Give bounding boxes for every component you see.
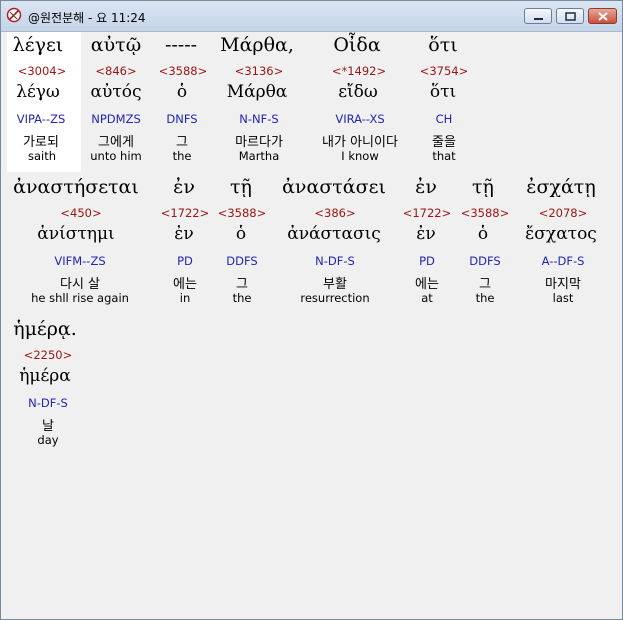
korean-gloss: 그 — [236, 277, 248, 292]
strongs-number: <*1492> — [331, 64, 387, 78]
parse-code: DDFS — [226, 254, 258, 268]
strongs-number: <1722> — [160, 206, 210, 220]
close-button[interactable] — [588, 8, 617, 24]
parse-code: DDFS — [469, 254, 501, 268]
strongs-number: <450> — [60, 206, 102, 220]
lemma-word: εἴδω — [338, 82, 378, 102]
korean-gloss: 부활 — [323, 277, 347, 292]
lemma-word: λέγω — [16, 82, 60, 102]
lemma-word: ὅτι — [429, 82, 457, 102]
greek-word: αὐτῷ — [90, 34, 142, 56]
greek-word: τῇ — [472, 176, 494, 198]
maximize-button[interactable] — [556, 8, 584, 24]
english-gloss: in — [179, 291, 191, 305]
korean-gloss: 내가 아니이다 — [322, 135, 398, 150]
minimize-button[interactable] — [524, 8, 552, 24]
strongs-number: <1722> — [402, 206, 452, 220]
parse-code: PD — [419, 254, 435, 268]
korean-gloss: 그 — [176, 135, 188, 150]
lemma-word: αὐτός — [90, 82, 142, 102]
parse-code: DNFS — [166, 112, 198, 126]
greek-word: Οἶδα — [333, 34, 381, 56]
strongs-number: <2250> — [23, 348, 73, 362]
strongs-number: <3588> — [460, 206, 510, 220]
english-gloss: the — [172, 149, 192, 163]
lemma-word: ὁ — [477, 224, 489, 244]
korean-gloss: 다시 살 — [59, 277, 101, 292]
greek-word: λέγει — [12, 34, 64, 56]
greek-word: Μάρθα, — [220, 34, 294, 56]
greek-word: ----- — [164, 34, 198, 56]
interlinear-content: λέγει <3004> λέγω VIPA--ZS 가로되 saith αὐτ… — [7, 32, 616, 614]
english-gloss: saith — [27, 149, 57, 163]
greek-word: ἐν — [415, 176, 437, 198]
lemma-word: ὁ — [235, 224, 247, 244]
korean-gloss: 가로되 — [23, 135, 59, 150]
title-bar[interactable]: @원전분해 - 요 11:24 — [1, 1, 622, 32]
strongs-number: <3136> — [234, 64, 284, 78]
greek-word: ἡμέρᾳ. — [13, 318, 77, 340]
korean-gloss: 줄을 — [432, 135, 456, 150]
strongs-number: <3754> — [419, 64, 469, 78]
strongs-number: <846> — [95, 64, 137, 78]
greek-word: ἀναστάσει — [282, 176, 386, 198]
english-gloss: the — [232, 291, 252, 305]
english-gloss: I know — [341, 149, 379, 163]
greek-word: ἐν — [173, 176, 195, 198]
english-gloss: the — [475, 291, 495, 305]
lemma-word: ὁ — [176, 82, 188, 102]
app-window: @원전분해 - 요 11:24 λέγει <3004> λέγω VIPA--… — [0, 0, 623, 620]
parse-code: N-DF-S — [28, 396, 68, 410]
english-gloss: at — [421, 291, 433, 305]
lemma-word: ἡμέρα — [19, 366, 71, 386]
strongs-number: <3004> — [17, 64, 67, 78]
korean-gloss: 그에게 — [98, 135, 134, 150]
korean-gloss: 에는 — [173, 277, 197, 292]
strongs-number: <386> — [314, 206, 356, 220]
maximize-icon — [565, 12, 576, 21]
window-title: @원전분해 - 요 11:24 — [28, 11, 146, 25]
parse-code: N-DF-S — [315, 254, 355, 268]
parse-code: VIRA--XS — [335, 112, 385, 126]
english-gloss: resurrection — [300, 291, 370, 305]
parse-code: N-NF-S — [239, 112, 279, 126]
greek-word: ἀναστήσεται — [13, 176, 139, 198]
lemma-word: ἐν — [174, 224, 194, 244]
minimize-icon — [534, 18, 543, 20]
strongs-number: <3588> — [217, 206, 267, 220]
lemma-word: ἐν — [416, 224, 436, 244]
lemma-word: ἀνίστημι — [37, 224, 115, 244]
lemma-word: Μάρθα — [226, 82, 288, 102]
parse-code: A--DF-S — [541, 254, 585, 268]
english-gloss: last — [552, 291, 574, 305]
parse-code: CH — [435, 112, 453, 126]
parse-code: VIFM--ZS — [54, 254, 106, 268]
korean-gloss: 그 — [479, 277, 491, 292]
strongs-number: <2078> — [538, 206, 588, 220]
korean-gloss: 마르다가 — [235, 135, 283, 150]
parse-code: NPDMZS — [91, 112, 141, 126]
english-gloss: Martha — [238, 149, 280, 163]
app-logo-icon — [6, 7, 22, 23]
english-gloss: unto him — [90, 149, 142, 163]
lemma-word: ἔσχατος — [525, 224, 597, 244]
close-icon — [598, 12, 608, 21]
parse-code: VIPA--ZS — [16, 112, 66, 126]
parse-code: PD — [177, 254, 193, 268]
korean-gloss: 에는 — [415, 277, 439, 292]
greek-word: ὅτι — [428, 34, 458, 56]
english-gloss: day — [37, 433, 59, 447]
korean-gloss: 마지막 — [545, 277, 581, 292]
strongs-number: <3588> — [158, 64, 208, 78]
english-gloss: that — [432, 149, 456, 163]
lemma-word: ἀνάστασις — [287, 224, 381, 244]
korean-gloss: 날 — [42, 419, 54, 434]
greek-word: τῇ — [230, 176, 252, 198]
english-gloss: he shll rise again — [31, 291, 129, 305]
greek-word: ἐσχάτῃ — [526, 176, 596, 198]
